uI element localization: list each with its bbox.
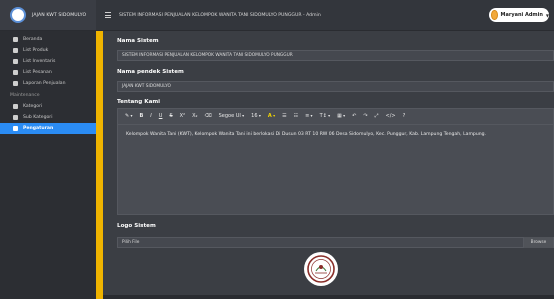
sidebar-item-beranda[interactable]: Beranda: [0, 34, 96, 45]
bold-icon[interactable]: B: [139, 114, 143, 119]
undo-icon[interactable]: ↶: [352, 114, 356, 119]
editor-toolbar: ✎ B I U S X² X₂ ⌫ Segoe UI 16 A ☰ ☷ ≡ T↕…: [118, 109, 553, 125]
settings-panel: Nama Sistem SISTEM INFORMASI PENJUALAN K…: [103, 31, 554, 299]
align-icon[interactable]: ≡: [305, 114, 312, 119]
sidebar-item-label: List Produk: [23, 48, 49, 53]
eraser-icon[interactable]: ⌫: [205, 114, 212, 119]
magic-wand-icon[interactable]: ✎: [125, 114, 132, 119]
fullscreen-icon[interactable]: ⤢: [375, 114, 379, 119]
italic-icon[interactable]: I: [150, 114, 151, 119]
list-icon: [13, 70, 18, 75]
brand-name: JAJAN KWT SIDOMULYO: [32, 12, 87, 18]
user-menu[interactable]: Maryani Admin ▼: [489, 8, 549, 22]
strikethrough-icon[interactable]: S: [169, 114, 172, 119]
gears-icon: [13, 126, 18, 131]
list-icon: [13, 59, 18, 64]
sidebar-section-heading: Maintenance: [10, 92, 40, 98]
table-icon: [13, 104, 18, 109]
sidebar-item-label: Beranda: [23, 37, 43, 42]
about-label: Tentang Kami: [117, 99, 161, 105]
font-size-dropdown[interactable]: 16: [251, 114, 261, 119]
sidebar-item-list-pesanan[interactable]: List Pesanan: [0, 67, 96, 78]
brand[interactable]: JAJAN KWT SIDOMULYO: [0, 0, 96, 31]
sidebar-item-pengaturan[interactable]: Pengaturan: [0, 123, 96, 134]
sidebar-item-label: List Inventaris: [23, 59, 56, 64]
sidebar-item-laporan-penjualan[interactable]: Laporan Penjualan: [0, 78, 96, 89]
list-icon: [13, 48, 18, 53]
redo-icon[interactable]: ↷: [363, 114, 367, 119]
logo-label: Logo Sistem: [117, 223, 156, 229]
table-icon: [13, 115, 18, 120]
sidebar-item-label: Pengaturan: [23, 126, 54, 131]
highlight-color-icon[interactable]: A: [268, 114, 275, 119]
avatar: [491, 10, 498, 20]
help-icon[interactable]: ?: [403, 114, 406, 119]
sidebar-item-list-inventaris[interactable]: List Inventaris: [0, 56, 96, 67]
sidebar-item-label: Sub Kategori: [23, 115, 53, 120]
superscript-icon[interactable]: X²: [180, 114, 185, 119]
table-insert-icon[interactable]: ▦: [337, 114, 345, 119]
short-name-label: Nama pendek Sistem: [117, 69, 184, 75]
footer-strip: [103, 295, 554, 299]
unordered-list-icon[interactable]: ☰: [282, 114, 286, 119]
ordered-list-icon[interactable]: ☷: [294, 114, 298, 119]
page-title: SISTEM INFORMASI PENJUALAN KELOMPOK WANI…: [119, 12, 321, 18]
font-name-dropdown[interactable]: Segoe UI: [219, 114, 245, 119]
sidebar: Beranda List Produk List Inventaris List…: [0, 31, 96, 299]
underline-icon[interactable]: U: [159, 114, 163, 119]
logo-file-input[interactable]: Pilih File Browse: [117, 237, 554, 248]
short-name-input[interactable]: JAJAN KWT SIDOMULYO: [117, 81, 554, 92]
about-content[interactable]: Kelompok Wanita Tani (KWT), Kelompok Wan…: [118, 125, 553, 144]
seal-logo-icon: [307, 255, 335, 283]
hamburger-menu-icon[interactable]: [105, 12, 111, 18]
file-placeholder: Pilih File: [122, 240, 140, 245]
browse-button[interactable]: Browse: [523, 237, 553, 248]
sidebar-item-label: Kategori: [23, 104, 43, 109]
user-name: Maryani Admin: [500, 12, 543, 18]
topbar: SISTEM INFORMASI PENJUALAN KELOMPOK WANI…: [96, 0, 554, 31]
sidebar-item-sub-kategori[interactable]: Sub Kategori: [0, 112, 96, 123]
rich-text-editor[interactable]: ✎ B I U S X² X₂ ⌫ Segoe UI 16 A ☰ ☷ ≡ T↕…: [117, 108, 554, 215]
sidebar-item-label: Laporan Penjualan: [23, 81, 66, 86]
system-name-input[interactable]: SISTEM INFORMASI PENJUALAN KELOMPOK WANI…: [117, 50, 554, 61]
dashboard-icon: [13, 37, 18, 42]
sidebar-item-label: List Pesanan: [23, 70, 52, 75]
sidebar-item-kategori[interactable]: Kategori: [0, 101, 96, 112]
brand-logo-icon: [10, 7, 26, 23]
system-name-label: Nama Sistem: [117, 38, 159, 44]
accent-bar: [96, 31, 103, 299]
chevron-down-icon: ▼: [545, 12, 549, 18]
code-view-icon[interactable]: </>: [386, 114, 396, 119]
logo-preview: [304, 252, 338, 286]
sidebar-item-list-produk[interactable]: List Produk: [0, 45, 96, 56]
line-height-icon[interactable]: T↕: [320, 114, 331, 119]
report-icon: [13, 81, 18, 86]
subscript-icon[interactable]: X₂: [192, 114, 197, 119]
